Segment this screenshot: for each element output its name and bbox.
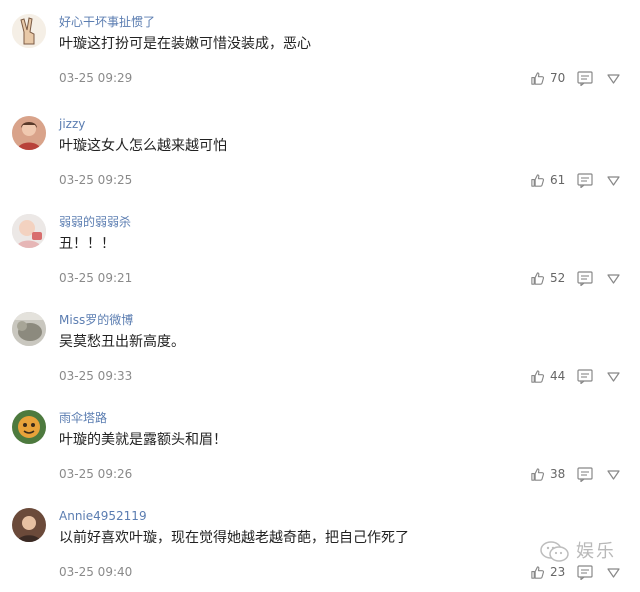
watermark: 娱乐 [540,540,616,564]
thumbs-up-icon [531,369,545,383]
timestamp: 03-25 09:26 [59,467,133,481]
thumbs-up-icon [531,467,545,481]
username[interactable]: Annie4952119 [59,508,147,524]
thumbs-up-icon [531,565,545,579]
reply-icon[interactable] [577,467,593,482]
reply-icon[interactable] [577,271,593,286]
photo-avatar[interactable] [12,116,46,150]
comment-text: 叶璇的美就是露额头和眉！ [59,432,227,448]
more-icon[interactable] [606,271,621,286]
thumbs-up-icon [531,173,545,187]
comment-text: 以前好喜欢叶璇，现在觉得她越老越奇葩，把自己作死了 [59,530,409,546]
comment-item: 弱弱的弱弱杀 丑！！！ 03-25 09:21 52 [0,200,640,298]
like-button[interactable]: 23 [530,562,565,582]
username[interactable]: jizzy [59,116,85,132]
thumbs-up-icon [531,71,545,85]
animal-avatar[interactable] [12,312,46,346]
timestamp: 03-25 09:33 [59,369,133,383]
more-icon[interactable] [606,467,621,482]
username[interactable]: 弱弱的弱弱杀 [59,214,131,230]
comment-item: jizzy 叶璇这女人怎么越来越可怕 03-25 09:25 61 [0,102,640,200]
like-count: 44 [550,369,566,383]
username[interactable]: Miss罗的微博 [59,312,133,328]
timestamp: 03-25 09:21 [59,271,133,285]
comment-text: 叶璇这女人怎么越来越可怕 [59,138,227,154]
watermark-text: 娱乐 [576,541,616,562]
like-button[interactable]: 44 [530,366,565,386]
reply-icon[interactable] [577,71,593,86]
like-button[interactable]: 70 [530,68,565,88]
wechat-icon [540,541,569,562]
username[interactable]: 雨伞塔路 [59,410,107,426]
more-icon[interactable] [606,173,621,188]
comment-item: 好心干坏事扯惯了 叶璇这打扮可是在装嫩可惜没装成，恶心 03-25 09:29 … [0,0,640,98]
reply-icon[interactable] [577,565,593,580]
username[interactable]: 好心干坏事扯惯了 [59,14,155,30]
thumbs-up-icon [531,271,545,285]
comment-text: 丑！！！ [59,236,115,252]
comment-item: 雨伞塔路 叶璇的美就是露额头和眉！ 03-25 09:26 38 [0,396,640,494]
hand-peace-avatar[interactable] [12,14,46,48]
reply-icon[interactable] [577,173,593,188]
like-button[interactable]: 61 [530,170,565,190]
baby-avatar[interactable] [12,214,46,248]
comment-text: 叶璇这打扮可是在装嫩可惜没装成，恶心 [59,36,311,52]
portrait-avatar[interactable] [12,508,46,542]
cartoon-avatar[interactable] [12,410,46,444]
like-count: 52 [550,271,566,285]
comment-item: Miss罗的微博 吴莫愁丑出新高度。 03-25 09:33 44 [0,298,640,396]
like-count: 38 [550,467,566,481]
reply-icon[interactable] [577,369,593,384]
like-count: 23 [550,565,566,579]
like-count: 70 [550,71,566,85]
like-count: 61 [550,173,566,187]
timestamp: 03-25 09:25 [59,173,133,187]
more-icon[interactable] [606,369,621,384]
timestamp: 03-25 09:40 [59,565,133,579]
like-button[interactable]: 52 [530,268,565,288]
more-icon[interactable] [606,565,621,580]
like-button[interactable]: 38 [530,464,565,484]
more-icon[interactable] [606,71,621,86]
timestamp: 03-25 09:29 [59,71,133,85]
comment-text: 吴莫愁丑出新高度。 [59,334,185,350]
